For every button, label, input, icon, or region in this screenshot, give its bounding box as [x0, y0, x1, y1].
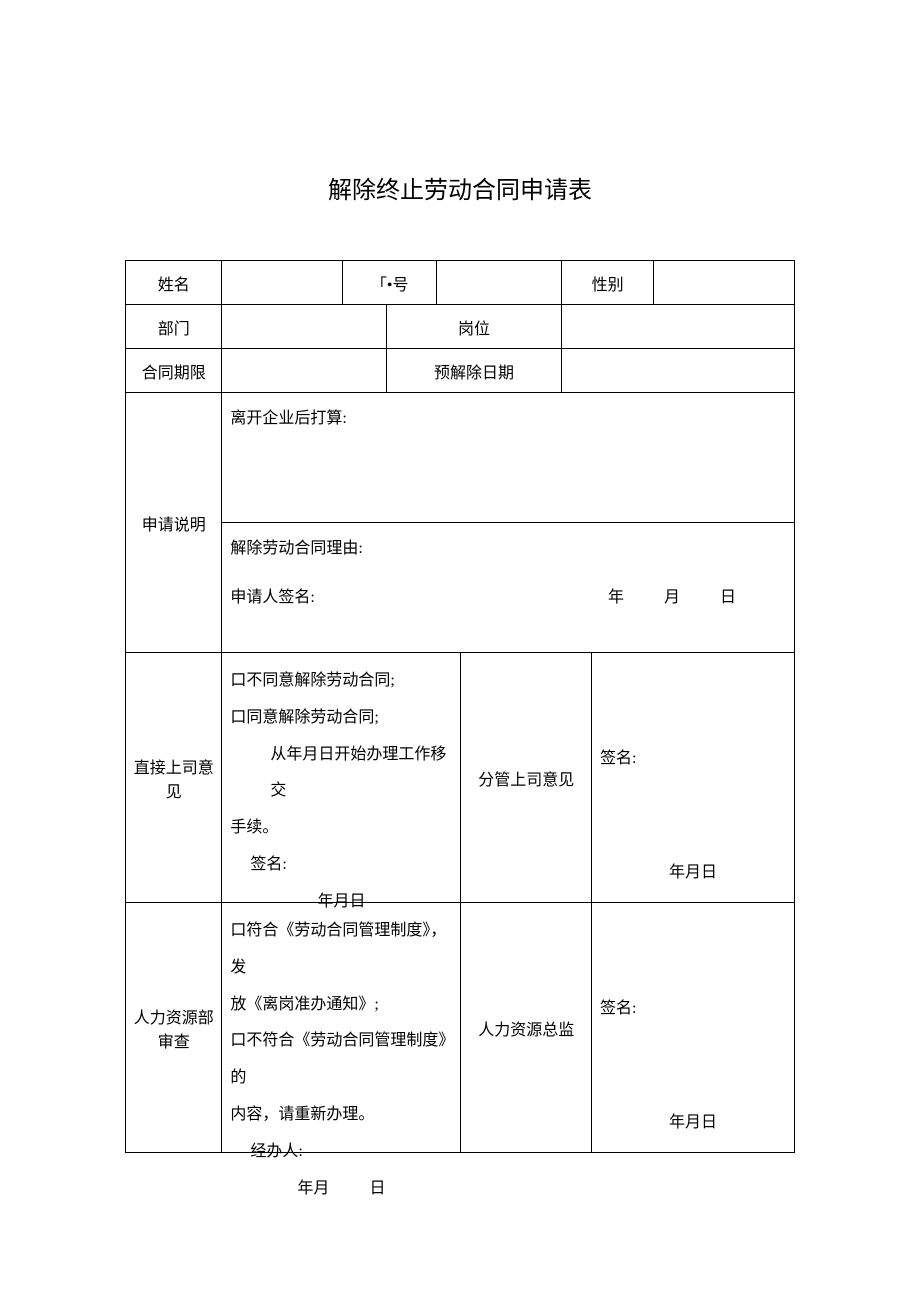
direct-opt-agree: 口同意解除劳动合同;: [230, 700, 452, 737]
plan-label: 离开企业后打算:: [230, 410, 346, 427]
applicant-sign-label: 申请人签名:: [230, 584, 314, 613]
direct-line3: 从年月日开始办理工作移交: [230, 737, 452, 811]
hr-director-cell[interactable]: 签名: 年月日: [592, 903, 795, 1153]
direct-supervisor-cell[interactable]: 口不同意解除劳动合同; 口同意解除劳动合同; 从年月日开始办理工作移交 手续。 …: [222, 653, 461, 903]
dept-value[interactable]: [222, 305, 387, 349]
gender-value[interactable]: [654, 261, 795, 305]
hr-review-label: 人力资源部审查: [126, 903, 222, 1153]
plan-cell[interactable]: 离开企业后打算:: [222, 393, 795, 523]
hr-director-date: 年月日: [600, 1105, 786, 1142]
hr-opt2b: 内容，请重新办理。: [230, 1097, 452, 1134]
applicant-date: 年月日: [588, 584, 756, 613]
reason-label: 解除劳动合同理由:: [230, 535, 786, 564]
incharge-supervisor-label: 分管上司意见: [461, 653, 592, 903]
predate-value[interactable]: [561, 349, 794, 393]
application-desc-label: 申请说明: [126, 393, 222, 653]
direct-line4: 手续。: [230, 810, 452, 847]
id-label: 「•号: [342, 261, 436, 305]
incharge-date: 年月日: [600, 855, 786, 892]
hr-director-label: 人力资源总监: [461, 903, 592, 1153]
term-value[interactable]: [222, 349, 387, 393]
hr-opt1: 口符合《劳动合同管理制度》，发: [230, 913, 452, 987]
term-label: 合同期限: [126, 349, 222, 393]
hr-handler-label: 经办人:: [230, 1134, 452, 1171]
page-title: 解除终止劳动合同申请表: [125, 170, 795, 205]
post-label: 岗位: [387, 305, 562, 349]
incharge-sign-label: 签名:: [600, 741, 636, 778]
post-value[interactable]: [561, 305, 794, 349]
application-form-table: 姓名 「•号 性别 部门 岗位 合同期限 预解除日期 申请说明 离开企业后打算:…: [125, 260, 795, 1153]
hr-date: 年月 日: [230, 1171, 452, 1208]
predate-label: 预解除日期: [387, 349, 562, 393]
direct-sign-label: 签名:: [230, 847, 452, 884]
hr-opt1b: 放《离岗准办通知》;: [230, 987, 452, 1024]
hr-review-cell[interactable]: 口符合《劳动合同管理制度》，发 放《离岗准办通知》; 口不符合《劳动合同管理制度…: [222, 903, 461, 1153]
hr-opt2: 口不符合《劳动合同管理制度》的: [230, 1023, 452, 1097]
hr-director-sign-label: 签名:: [600, 991, 636, 1028]
direct-supervisor-label: 直接上司意见: [126, 653, 222, 903]
name-label: 姓名: [126, 261, 222, 305]
reason-cell[interactable]: 解除劳动合同理由: 申请人签名: 年月日: [222, 523, 795, 653]
direct-opt-disagree: 口不同意解除劳动合同;: [230, 663, 452, 700]
dept-label: 部门: [126, 305, 222, 349]
name-value[interactable]: [222, 261, 343, 305]
incharge-supervisor-cell[interactable]: 签名: 年月日: [592, 653, 795, 903]
id-value[interactable]: [437, 261, 562, 305]
gender-label: 性别: [561, 261, 653, 305]
